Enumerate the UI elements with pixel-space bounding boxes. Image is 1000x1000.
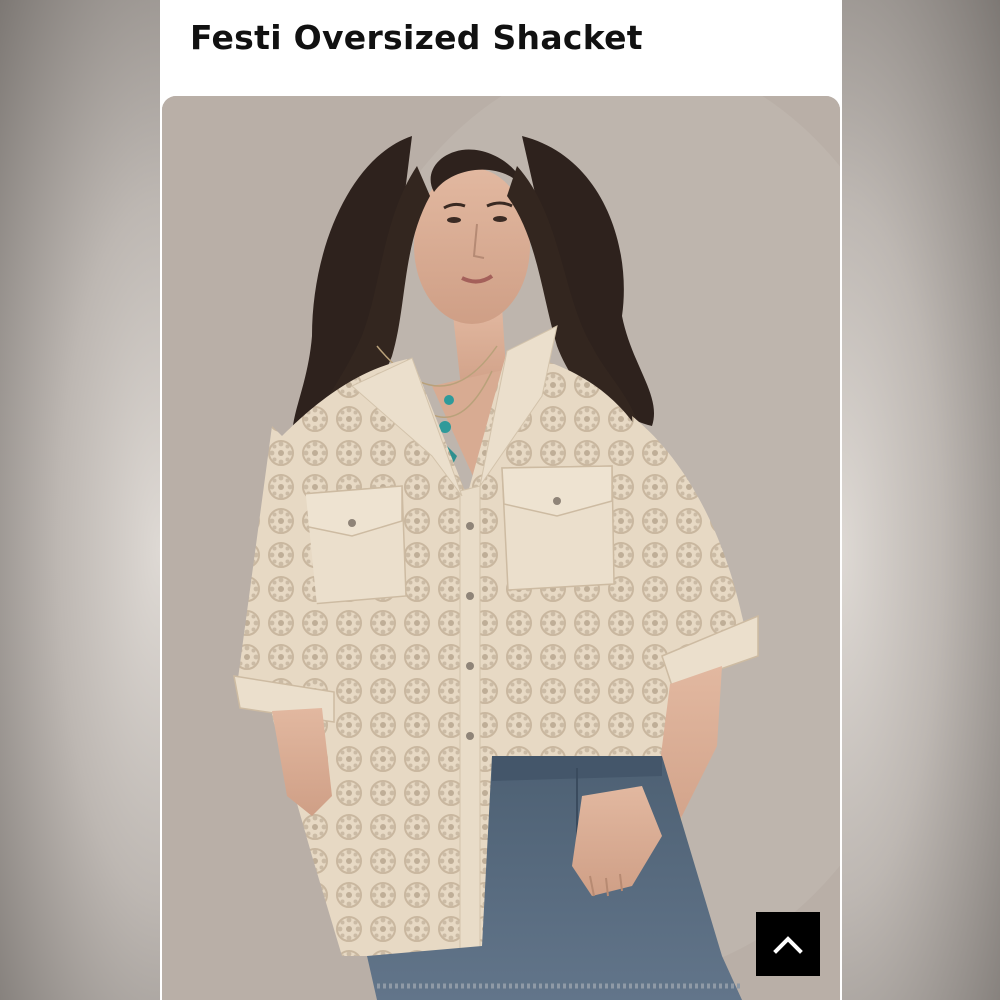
blurred-background-right [840,0,1000,1000]
screenshot-frame: Festi Oversized Shacket [0,0,1000,1000]
product-photo [162,96,840,1000]
scroll-to-top-button[interactable] [756,912,820,976]
chevron-up-icon [773,936,803,954]
product-card: Festi Oversized Shacket [160,0,842,1000]
product-title: Festi Oversized Shacket [190,18,643,57]
blurred-background-left [0,0,160,1000]
model-illustration [162,96,840,1000]
